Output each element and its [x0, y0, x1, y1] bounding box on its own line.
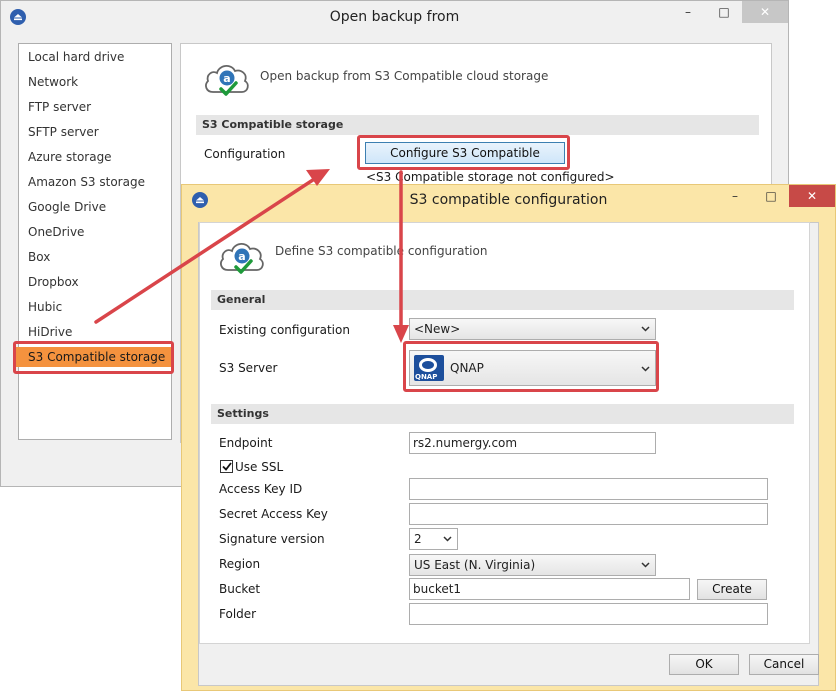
cancel-button[interactable]: Cancel [749, 654, 819, 675]
dialog-close-button[interactable]: ✕ [789, 185, 835, 207]
sidebar-item-onedrive[interactable]: OneDrive [28, 222, 84, 242]
chevron-down-icon [443, 536, 452, 542]
svg-text:a: a [238, 250, 245, 263]
signature-version-label: Signature version [219, 532, 325, 546]
sidebar-item-hidrive[interactable]: HiDrive [28, 322, 72, 342]
check-icon [221, 462, 232, 471]
bucket-input[interactable]: bucket1 [409, 578, 690, 600]
section-s3-compatible-storage: S3 Compatible storage [196, 115, 759, 135]
dialog-window-controls: – □ ✕ [717, 185, 835, 207]
existing-configuration-value: <New> [414, 322, 461, 336]
app-icon[interactable] [10, 9, 26, 25]
endpoint-label: Endpoint [219, 436, 273, 450]
chevron-down-icon [641, 562, 650, 568]
use-ssl-label: Use SSL [235, 460, 284, 474]
folder-input[interactable] [409, 603, 768, 625]
configuration-label: Configuration [204, 147, 286, 161]
dialog-content-panel: a Define S3 compatible configuration Gen… [199, 222, 810, 644]
sidebar-item-hubic[interactable]: Hubic [28, 297, 62, 317]
dialog-minimize-button[interactable]: – [717, 185, 753, 207]
highlight-selected-storage [13, 341, 174, 374]
sidebar-item-box[interactable]: Box [28, 247, 50, 267]
create-bucket-button[interactable]: Create [697, 579, 767, 600]
sidebar-item-sftp-server[interactable]: SFTP server [28, 122, 99, 142]
region-label: Region [219, 557, 261, 571]
dialog-maximize-button[interactable]: □ [753, 185, 789, 207]
close-button[interactable]: ✕ [742, 1, 788, 23]
sidebar-item-network[interactable]: Network [28, 72, 78, 92]
access-key-id-label: Access Key ID [219, 482, 303, 496]
folder-label: Folder [219, 607, 257, 621]
region-select[interactable]: US East (N. Virginia) [409, 554, 656, 576]
s3-server-label: S3 Server [219, 361, 278, 375]
sidebar-item-ftp-server[interactable]: FTP server [28, 97, 91, 117]
section-general: General [211, 290, 794, 310]
configuration-status: <S3 Compatible storage not configured> [366, 170, 615, 184]
existing-configuration-select[interactable]: <New> [409, 318, 656, 340]
dialog-header-text: Define S3 compatible configuration [275, 244, 488, 258]
cloud-check-icon: a [205, 65, 249, 96]
sidebar-item-dropbox[interactable]: Dropbox [28, 272, 79, 292]
secret-access-key-label: Secret Access Key [219, 507, 328, 521]
storage-type-list[interactable]: Local hard drive Network FTP server SFTP… [16, 43, 174, 440]
region-value: US East (N. Virginia) [414, 558, 536, 572]
ok-button[interactable]: OK [669, 654, 739, 675]
highlight-s3-server [403, 341, 659, 392]
use-ssl-checkbox[interactable] [220, 460, 233, 473]
window-title: Open backup from [329, 9, 460, 25]
signature-version-select[interactable]: 2 [409, 528, 458, 550]
sidebar-item-local-hard-drive[interactable]: Local hard drive [28, 47, 124, 67]
maximize-button[interactable]: □ [706, 1, 742, 23]
chevron-down-icon [641, 326, 650, 332]
highlight-configure-button [357, 135, 570, 170]
signature-version-value: 2 [414, 532, 422, 546]
sidebar-item-azure-storage[interactable]: Azure storage [28, 147, 112, 167]
panel-header-text: Open backup from S3 Compatible cloud sto… [260, 69, 549, 83]
section-settings: Settings [211, 404, 794, 424]
bucket-label: Bucket [219, 582, 261, 596]
minimize-button[interactable]: – [670, 1, 706, 23]
sidebar-item-amazon-s3-storage[interactable]: Amazon S3 storage [28, 172, 145, 192]
access-key-id-input[interactable] [409, 478, 768, 500]
window-controls: – □ ✕ [670, 1, 788, 23]
secret-access-key-input[interactable] [409, 503, 768, 525]
dialog-title: S3 compatible configuration [409, 192, 608, 208]
endpoint-input[interactable]: rs2.numergy.com [409, 432, 656, 454]
existing-configuration-label: Existing configuration [219, 323, 350, 337]
dialog-cloud-check-icon: a [220, 243, 264, 274]
svg-text:a: a [223, 72, 230, 85]
sidebar-item-google-drive[interactable]: Google Drive [28, 197, 106, 217]
dialog-app-icon[interactable] [192, 192, 208, 208]
